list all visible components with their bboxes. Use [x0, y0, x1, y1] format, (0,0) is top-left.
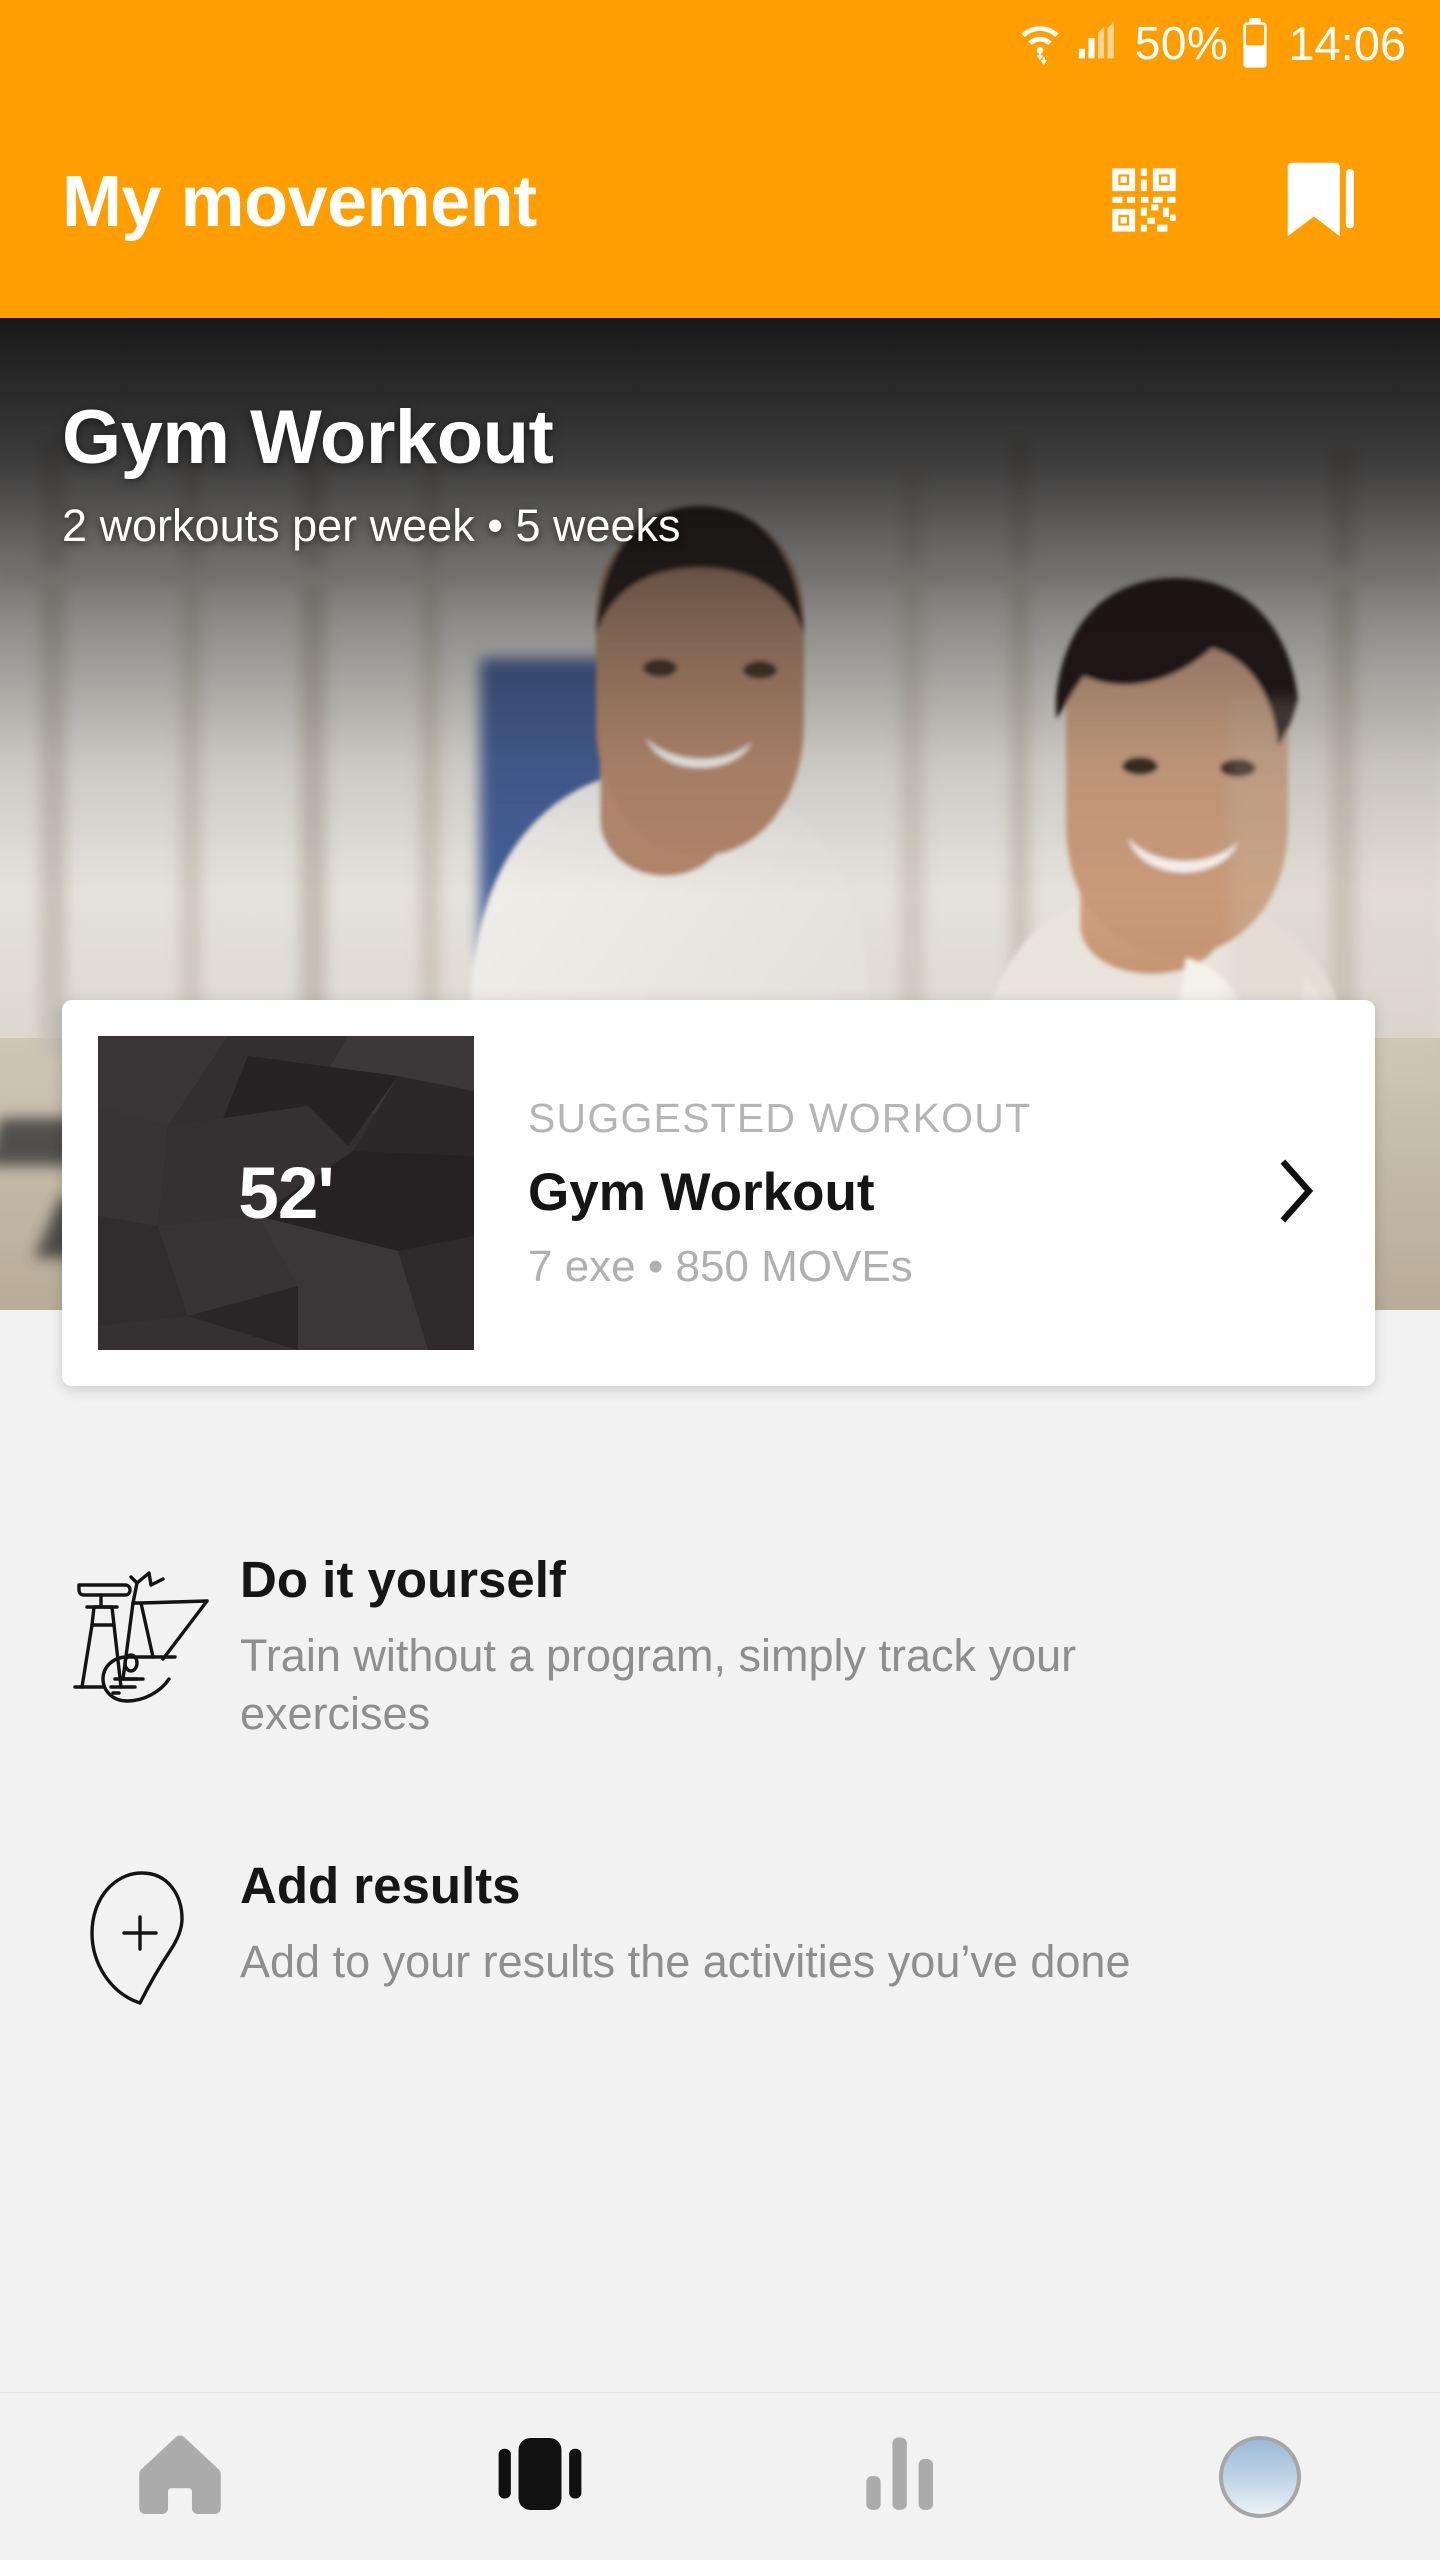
app-bar: My movement	[0, 86, 1440, 318]
action-text: Add results Add to your results the acti…	[240, 1846, 1378, 1991]
action-description: Add to your results the activities you’v…	[240, 1936, 1131, 1988]
workout-duration: 52'	[238, 1152, 335, 1234]
workout-card-body: SUGGESTED WORKOUT Gym Workout 7 exe • 85…	[474, 1094, 1255, 1291]
app-screen: 50% 14:06 My movement Gym Workout 2 work…	[0, 0, 1440, 2560]
action-list: Do it yourself Train without a program, …	[0, 1540, 1440, 2128]
wifi-icon	[1019, 19, 1061, 67]
nav-stats[interactable]	[720, 2393, 1080, 2560]
add-location-icon	[62, 1846, 240, 2024]
workout-open-button[interactable]	[1255, 1155, 1339, 1232]
page-title: My movement	[62, 162, 537, 242]
action-title: Add results	[240, 1857, 521, 1915]
hero-text: Gym Workout 2 workouts per week • 5 week…	[62, 398, 681, 552]
movement-icon	[494, 2431, 586, 2522]
workout-title: Gym Workout	[528, 1162, 875, 1222]
hero-title: Gym Workout	[62, 395, 554, 480]
bookmarks-button[interactable]	[1272, 154, 1368, 250]
action-title: Do it yourself	[240, 1551, 566, 1608]
chevron-right-icon	[1275, 1155, 1319, 1232]
hero-subtitle: 2 workouts per week • 5 weeks	[62, 499, 681, 551]
suggested-workout-card[interactable]: 52' SUGGESTED WORKOUT Gym Workout 7 exe …	[62, 1000, 1375, 1386]
workout-thumbnail: 52'	[98, 1036, 474, 1350]
exercise-bike-icon	[62, 1540, 240, 1718]
action-do-it-yourself[interactable]: Do it yourself Train without a program, …	[0, 1540, 1440, 1742]
bookmarks-icon	[1283, 158, 1357, 247]
nav-home[interactable]	[0, 2393, 360, 2560]
action-text: Do it yourself Train without a program, …	[240, 1540, 1378, 1742]
bar-chart-icon	[857, 2431, 943, 2522]
battery-icon	[1242, 18, 1268, 68]
workout-meta: 7 exe • 850 MOVEs	[528, 1241, 913, 1291]
workout-kicker: SUGGESTED WORKOUT	[528, 1094, 1032, 1141]
nav-movement[interactable]	[360, 2393, 720, 2560]
action-description: Train without a program, simply track yo…	[240, 1630, 1077, 1739]
action-add-results[interactable]: Add results Add to your results the acti…	[0, 1846, 1440, 2024]
status-time: 14:06	[1288, 16, 1406, 70]
bottom-navigation	[0, 2392, 1440, 2560]
qr-scan-button[interactable]	[1096, 154, 1192, 250]
battery-percent: 50%	[1134, 17, 1229, 69]
app-bar-actions	[1096, 154, 1382, 250]
status-bar: 50% 14:06	[0, 0, 1440, 86]
qr-code-icon	[1106, 162, 1182, 243]
home-icon	[134, 2431, 226, 2522]
cellular-signal-icon	[1075, 20, 1121, 66]
avatar-icon	[1219, 2435, 1301, 2518]
nav-profile[interactable]	[1080, 2393, 1440, 2560]
